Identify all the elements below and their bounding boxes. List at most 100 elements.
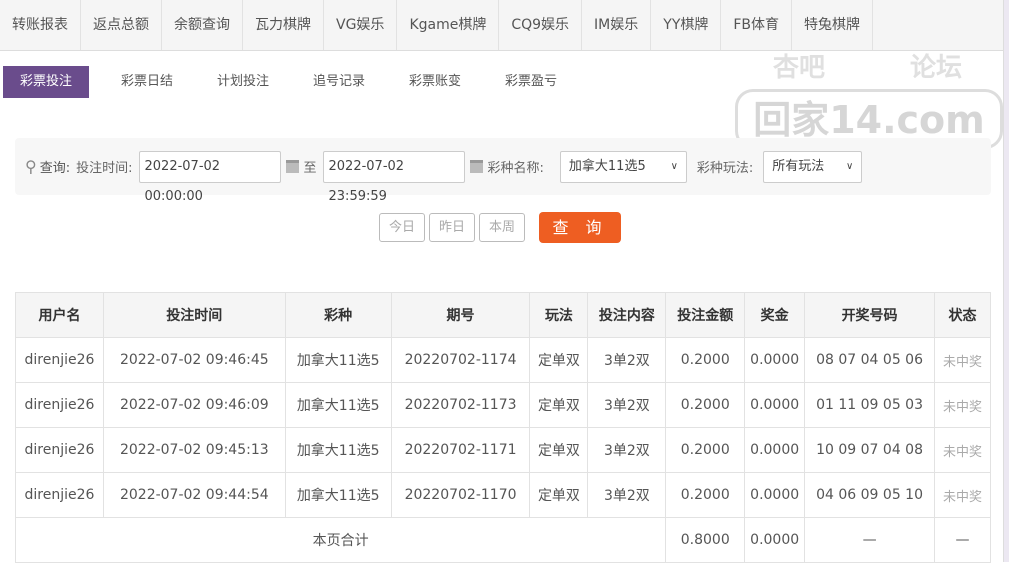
scrollbar-edge <box>1003 0 1009 562</box>
sub-tab[interactable]: 彩票日结 <box>99 66 195 98</box>
lottery-select[interactable]: 加拿大11选5 ∨ <box>559 150 687 183</box>
total-numbers: — <box>804 517 936 563</box>
top-nav-item[interactable]: IM娱乐 <box>582 0 652 50</box>
table-cell: 0.0000 <box>744 337 806 383</box>
table-row: direnjie26 2022-07-02 09:44:54 加拿大11选5 2022… <box>15 472 991 518</box>
column-header: 用户名 <box>15 292 104 338</box>
quick-buttons: 今日 昨日 本周 查 询 <box>379 212 621 243</box>
column-header: 投注内容 <box>587 292 667 338</box>
total-row: 本页合计 0.8000 0.0000— — <box>14 517 991 563</box>
table-cell: 3单2双 <box>587 427 667 473</box>
yesterday-button[interactable]: 昨日 <box>429 213 475 242</box>
sub-tabs: 彩票投注 彩票日结 计划投注 追号记录 彩票账变 彩票盈亏 <box>3 66 579 98</box>
table-cell: 未中奖 <box>934 472 991 518</box>
column-header: 投注金额 <box>665 292 746 338</box>
table-cell: 2022-07-02 09:46:45 <box>102 337 286 383</box>
total-status: — <box>934 517 991 563</box>
table-cell: 0.0000 <box>744 427 806 473</box>
top-nav: 转账报表 返点总额 余额查询 瓦力棋牌 VG娱乐 Kgame棋牌 CQ9娱乐 IM娱乐 YY棋牌… <box>0 0 1003 51</box>
lottery-select-value: 加拿大11选5 <box>568 158 646 174</box>
column-header: 彩种 <box>284 292 392 338</box>
table-cell: 08 07 04 05 06 <box>804 337 936 383</box>
total-bonus: 0.0000 <box>744 517 806 563</box>
column-header: 期号 <box>390 292 531 338</box>
play-label: 彩种玩法: <box>696 161 754 176</box>
end-time-input[interactable]: 2022-07-02 23:59:59 <box>322 150 465 204</box>
top-nav-item[interactable]: 特兔棋牌 <box>792 0 874 50</box>
table-cell: 未中奖 <box>934 337 991 383</box>
start-time-input[interactable]: 2022-07-02 00:00:00 <box>138 150 281 204</box>
total-label: 本页合计 <box>14 517 667 563</box>
table-cell: 0.2000 <box>665 427 746 473</box>
table-cell: 0.0000 <box>744 382 806 428</box>
table-cell: 定单双 <box>529 472 589 518</box>
table-cell: direnjie26 <box>15 337 104 383</box>
table-cell: 04 06 09 05 10 <box>804 472 936 518</box>
top-nav-item[interactable]: CQ9娱乐 <box>499 0 583 50</box>
sub-tab[interactable]: 彩票账变 <box>387 66 483 98</box>
sub-tab[interactable]: 计划投注 <box>195 66 291 98</box>
table-cell: 2022-07-02 09:46:09 <box>102 382 286 428</box>
table-cell: 定单双 <box>529 427 589 473</box>
table-cell: 未中奖 <box>934 427 991 473</box>
to-label: 至 <box>303 161 317 176</box>
sub-tab[interactable]: 追号记录 <box>291 66 387 98</box>
table-row: direnjie26 2022-07-02 09:46:09 加拿大11选5 2022… <box>15 382 991 428</box>
table-cell: 10 09 07 04 08 <box>804 427 936 473</box>
table-cell: direnjie26 <box>15 382 104 428</box>
table-cell: 定单双 <box>529 337 589 383</box>
top-nav-item[interactable]: 瓦力棋牌 <box>243 0 324 50</box>
top-nav-item[interactable]: 返点总额 <box>81 0 162 50</box>
table-cell: 20220702-1174 <box>390 337 531 383</box>
query-label: 查询: <box>39 161 71 176</box>
table-cell: 加拿大11选5 <box>284 337 392 383</box>
lottery-label: 彩种名称: <box>487 161 544 176</box>
table-row: direnjie26 2022-07-02 09:46:45 加拿大11选5 2022… <box>15 337 991 383</box>
this-week-button[interactable]: 本周 <box>479 213 525 242</box>
chevron-down-icon: ∨ <box>670 160 678 172</box>
today-button[interactable]: 今日 <box>379 213 425 242</box>
column-header: 投注时间 <box>102 292 286 338</box>
column-header: 开奖号码 <box>804 292 936 338</box>
total-amount: 0.8000 <box>665 517 746 563</box>
calendar-icon[interactable] <box>469 160 483 173</box>
top-nav-item[interactable]: YY棋牌 <box>651 0 722 50</box>
search-button[interactable]: 查 询 <box>539 212 621 243</box>
sub-tab[interactable]: 彩票盈亏 <box>483 66 579 98</box>
bet-table: 用户名 投注时间 彩种 期号 玩法 投注内容 投注金额 奖金 开奖号码 状态 direnjie26… <box>14 292 991 563</box>
table-cell: 20220702-1171 <box>390 427 531 473</box>
table-cell: direnjie26 <box>15 427 104 473</box>
table-cell: 加拿大11选5 <box>284 382 392 428</box>
table-cell: 0.2000 <box>665 337 746 383</box>
table-cell: 3单2双 <box>587 337 667 383</box>
calendar-icon[interactable] <box>285 160 299 173</box>
sub-tab[interactable]: 彩票投注 <box>3 66 89 98</box>
search-icon: ⚲ <box>25 157 37 176</box>
column-header: 玩法 <box>529 292 589 338</box>
top-nav-item[interactable]: Kgame棋牌 <box>397 0 500 50</box>
time-label: 投注时间: <box>76 161 133 176</box>
top-nav-item[interactable]: 余额查询 <box>162 0 243 50</box>
table-cell: 3单2双 <box>587 382 667 428</box>
column-header: 奖金 <box>744 292 806 338</box>
table-cell: direnjie26 <box>15 472 104 518</box>
table-cell: 2022-07-02 09:44:54 <box>102 472 286 518</box>
watermark-logo: 杏吧 论坛 回家14.com <box>735 45 1005 150</box>
table-cell: 加拿大11选5 <box>284 427 392 473</box>
table-cell: 3单2双 <box>587 472 667 518</box>
table-cell: 20220702-1173 <box>390 382 531 428</box>
top-nav-item[interactable]: VG娱乐 <box>324 0 398 50</box>
play-select[interactable]: 所有玩法 ∨ <box>763 150 863 183</box>
table-cell: 01 11 09 05 03 <box>804 382 936 428</box>
top-nav-item[interactable]: FB体育 <box>721 0 793 50</box>
table-cell: 20220702-1170 <box>390 472 531 518</box>
table-cell: 未中奖 <box>934 382 991 428</box>
filter-bar: ⚲ 查询: 投注时间: 2022-07-02 00:00:00 至 2022-0… <box>15 138 991 204</box>
table-cell: 0.2000 <box>665 472 746 518</box>
top-nav-item[interactable]: 转账报表 <box>0 0 81 50</box>
table-cell: 0.0000 <box>744 472 806 518</box>
table-cell: 加拿大11选5 <box>284 472 392 518</box>
chevron-down-icon: ∨ <box>845 160 854 172</box>
table-cell: 定单双 <box>529 382 589 428</box>
play-select-value: 所有玩法 <box>772 158 825 174</box>
